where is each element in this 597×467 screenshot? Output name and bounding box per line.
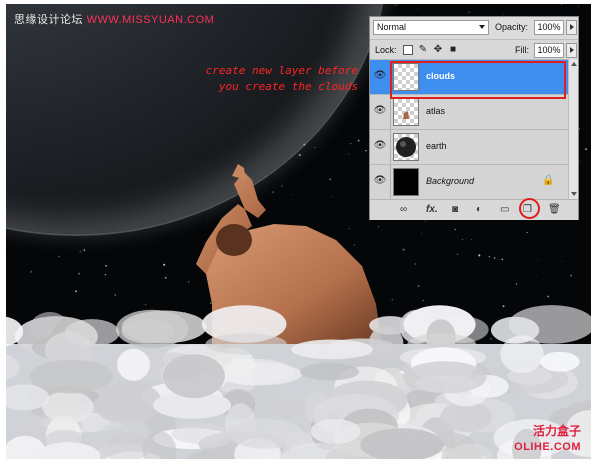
layer-row-atlas[interactable]: 👁 atlas	[370, 94, 568, 129]
panel-top-row: Normal Opacity: 100%	[370, 17, 578, 39]
cloud-puff	[228, 418, 303, 449]
watermark-bottom-en: OLIHE.COM	[514, 441, 581, 453]
eye-icon[interactable]: 👁	[373, 140, 387, 152]
fill-field[interactable]: 100%	[534, 43, 564, 58]
fx-icon[interactable]: fx.	[426, 204, 438, 216]
scroll-up-icon[interactable]	[571, 62, 577, 66]
fill-label: Fill:	[515, 45, 529, 55]
blend-mode-value: Normal	[377, 22, 407, 32]
annotation-line-2: you create the clouds	[218, 80, 358, 93]
layer-name: Background	[426, 176, 475, 186]
watermark-site: WWW.MISSYUAN.COM	[86, 14, 215, 26]
panel-bottom-bar: ∞ fx. ◙ ◐ ▭ ❐ 🗑	[370, 199, 578, 220]
cloud-puff	[42, 390, 94, 424]
cloud-puff	[94, 381, 163, 425]
lock-all-icon[interactable]: ■	[448, 45, 458, 55]
cloud-puff	[205, 333, 287, 355]
highlight-clouds-layer	[390, 61, 566, 99]
divider	[390, 165, 391, 199]
cloud-puff	[310, 418, 361, 444]
lock-icon: 🔒	[542, 175, 555, 186]
opacity-label: Opacity:	[495, 22, 529, 32]
layers-panel: Normal Opacity: 100% Lock: ✎ ✥ ■ Fill: 1…	[369, 16, 579, 220]
eye-icon[interactable]: 👁	[373, 105, 387, 117]
layer-row-background[interactable]: 👁 Background 🔒	[370, 164, 568, 199]
layers-scrollbar[interactable]	[568, 59, 578, 199]
atlas-thumb-figure	[403, 111, 409, 119]
cloud-puff	[162, 354, 225, 399]
cloud-puff	[29, 359, 114, 394]
layer-thumbnail	[393, 133, 419, 161]
link-icon[interactable]: ∞	[400, 204, 407, 216]
cloud-puff	[500, 335, 544, 373]
eye-icon[interactable]: 👁	[373, 175, 387, 187]
annotation-line-1: create new layer before	[205, 64, 358, 77]
watermark-top: 思缘设计论坛 WWW.MISSYUAN.COM	[14, 11, 214, 27]
cloud-puff	[64, 319, 120, 347]
cloud-puff	[300, 362, 360, 381]
mask-icon[interactable]: ◙	[452, 204, 458, 216]
opacity-slider-button[interactable]	[566, 20, 577, 35]
trash-icon[interactable]: 🗑	[548, 204, 561, 216]
layer-name: earth	[426, 141, 447, 151]
cloud-puff	[368, 326, 404, 361]
opacity-field[interactable]: 100%	[534, 20, 564, 35]
lock-pixels-brush-icon[interactable]: ✎	[418, 45, 428, 55]
layer-thumbnail	[393, 98, 419, 126]
cloud-puff	[121, 310, 207, 344]
eye-icon[interactable]: 👁	[373, 70, 387, 82]
watermark-bottom-cn: 活力盒子	[532, 424, 581, 438]
layer-name: atlas	[426, 106, 446, 116]
group-folder-icon[interactable]: ▭	[500, 204, 509, 216]
watermark-cn: 思缘设计论坛	[14, 14, 83, 26]
lock-transparency-icon[interactable]	[403, 45, 413, 55]
cloud-bank	[6, 305, 591, 459]
layer-row-earth[interactable]: 👁 earth	[370, 129, 568, 164]
cloud-puff	[171, 423, 230, 444]
adjustment-icon[interactable]: ◐	[476, 204, 482, 216]
divider	[390, 95, 391, 129]
layer-thumbnail	[393, 168, 419, 196]
cloud-puff	[540, 351, 580, 372]
lock-position-move-icon[interactable]: ✥	[433, 45, 443, 55]
fill-slider-button[interactable]	[566, 43, 577, 58]
earth-thumb-globe	[396, 137, 416, 157]
divider	[390, 130, 391, 164]
panel-lock-row: Lock: ✎ ✥ ■ Fill: 100%	[370, 39, 578, 60]
highlight-new-layer-button	[519, 198, 540, 219]
cloud-puff	[291, 339, 373, 360]
scroll-down-icon[interactable]	[571, 192, 577, 196]
lock-label: Lock:	[375, 45, 397, 55]
blend-mode-select[interactable]: Normal	[373, 20, 489, 35]
cloud-puff	[414, 375, 477, 393]
chevron-down-icon	[479, 25, 485, 29]
cloud-puff	[274, 398, 306, 419]
cloud-puff	[117, 348, 150, 381]
